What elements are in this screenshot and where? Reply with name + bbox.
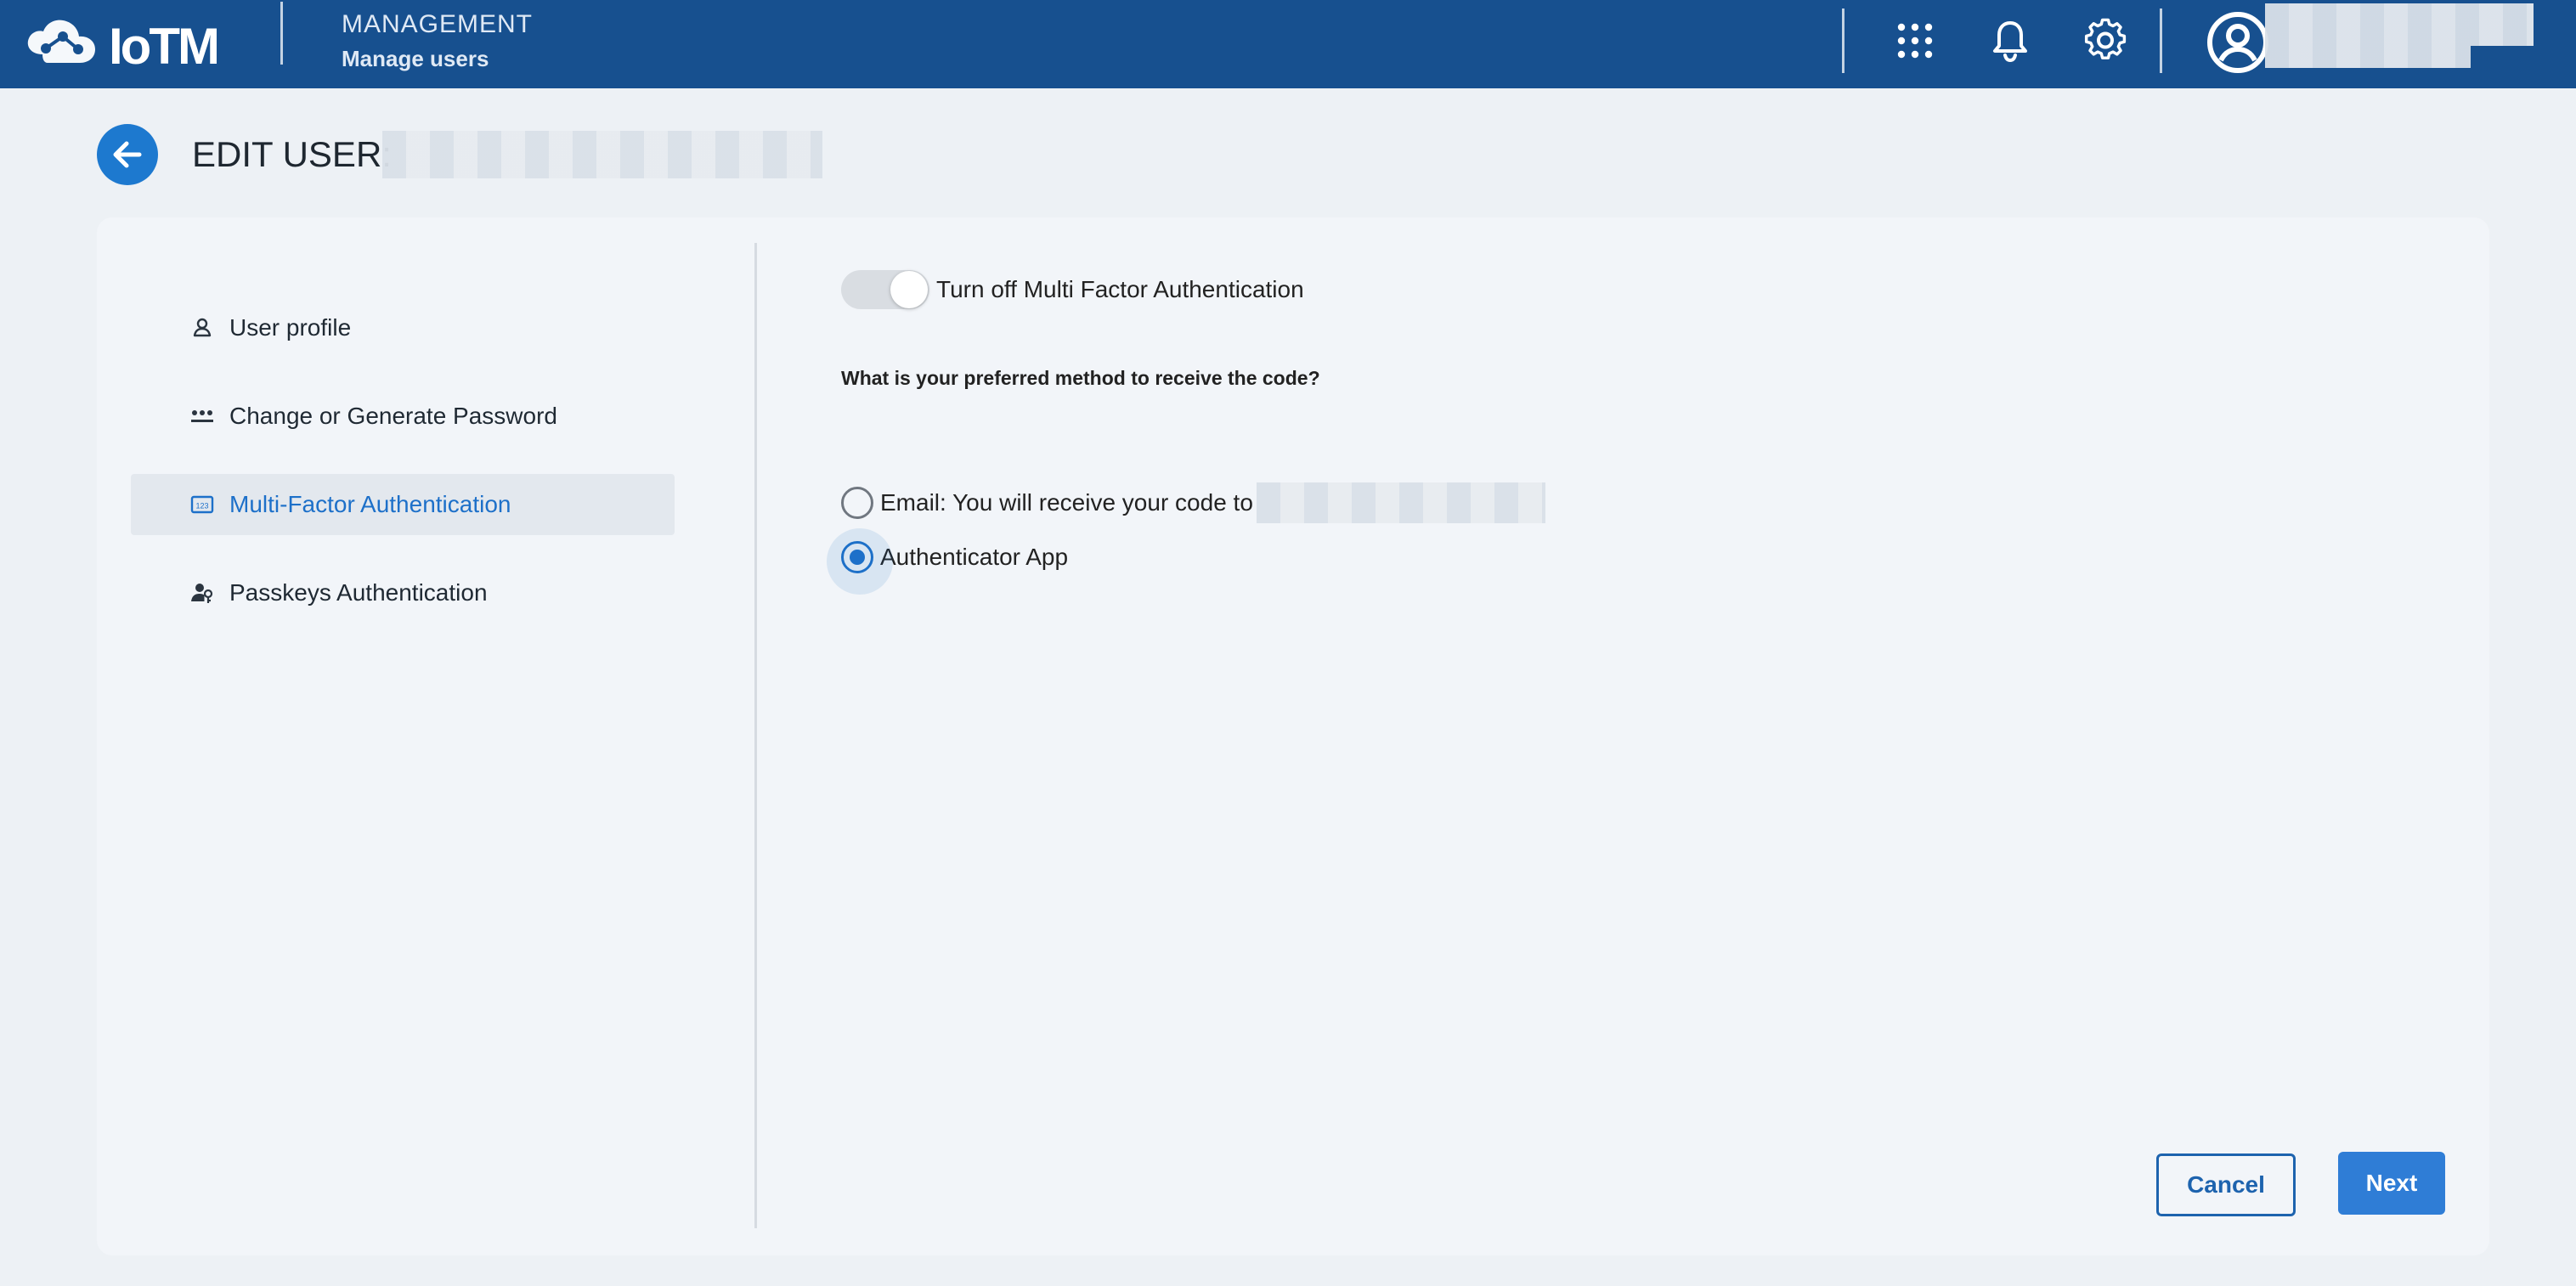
sidebar-item-label: Multi-Factor Authentication xyxy=(229,491,511,517)
person-key-icon xyxy=(190,581,214,605)
redacted-user-detail xyxy=(2265,46,2471,68)
edit-user-sidebar: User profile Change or Generate Password… xyxy=(131,297,675,651)
option-authenticator-row[interactable]: Authenticator App xyxy=(827,528,1069,595)
page-title: EDIT USER: xyxy=(192,134,392,174)
sidebar-item-user-profile[interactable]: User profile xyxy=(131,297,675,358)
sidebar-item-label: Change or Generate Password xyxy=(229,403,557,429)
person-icon xyxy=(190,316,214,340)
option-email-row[interactable]: Email: You will receive your code to xyxy=(841,479,1545,527)
back-button[interactable] xyxy=(97,124,158,185)
redacted-email-address xyxy=(1256,482,1545,523)
email-option-label: Email: You will receive your code to xyxy=(880,489,1253,516)
top-bar: IoTM MANAGEMENT Manage users xyxy=(0,0,2576,88)
header-divider xyxy=(1842,8,1844,73)
authenticator-option-label: Authenticator App xyxy=(880,544,1069,570)
section-subtitle: Manage users xyxy=(342,46,489,71)
header-divider xyxy=(280,2,283,65)
edit-user-card: User profile Change or Generate Password… xyxy=(97,217,2489,1255)
mfa-settings: Turn off Multi Factor Authentication Wha… xyxy=(827,267,1545,595)
next-button[interactable]: Next xyxy=(2338,1152,2445,1215)
pin-code-icon: 123 xyxy=(190,493,214,516)
sidebar-divider xyxy=(754,243,757,1228)
redacted-edited-user xyxy=(382,131,822,178)
mfa-toggle-row: Turn off Multi Factor Authentication xyxy=(841,267,1304,313)
mfa-toggle-label: Turn off Multi Factor Authentication xyxy=(936,276,1304,302)
sidebar-item-password[interactable]: Change or Generate Password xyxy=(131,386,675,447)
redacted-user-name xyxy=(2265,3,2534,46)
code-method-question: What is your preferred method to receive… xyxy=(841,367,1320,389)
email-radio[interactable] xyxy=(841,487,873,519)
app-logo-text: IoTM xyxy=(109,18,220,75)
apps-grid-icon[interactable] xyxy=(1891,17,1939,65)
section-title: MANAGEMENT xyxy=(342,10,534,38)
sidebar-item-label: User profile xyxy=(229,314,352,341)
arrow-left-icon xyxy=(113,141,142,168)
sidebar-item-mfa[interactable]: 123 Multi-Factor Authentication xyxy=(131,474,675,535)
toggle-knob xyxy=(890,271,928,308)
header-divider xyxy=(2160,8,2162,73)
sidebar-item-passkeys[interactable]: Passkeys Authentication xyxy=(131,562,675,623)
svg-text:123: 123 xyxy=(195,502,208,510)
cancel-button[interactable]: Cancel xyxy=(2156,1153,2296,1216)
account-circle-icon[interactable] xyxy=(2204,8,2272,76)
gear-icon[interactable] xyxy=(2082,17,2129,65)
mfa-toggle[interactable] xyxy=(841,270,929,309)
authenticator-radio[interactable] xyxy=(827,528,893,595)
bell-icon[interactable] xyxy=(1986,17,2034,65)
sidebar-item-label: Passkeys Authentication xyxy=(229,579,488,606)
password-dots-icon xyxy=(190,404,214,428)
section-heading: MANAGEMENT Manage users xyxy=(342,10,533,72)
radio-focus-halo xyxy=(827,528,893,595)
